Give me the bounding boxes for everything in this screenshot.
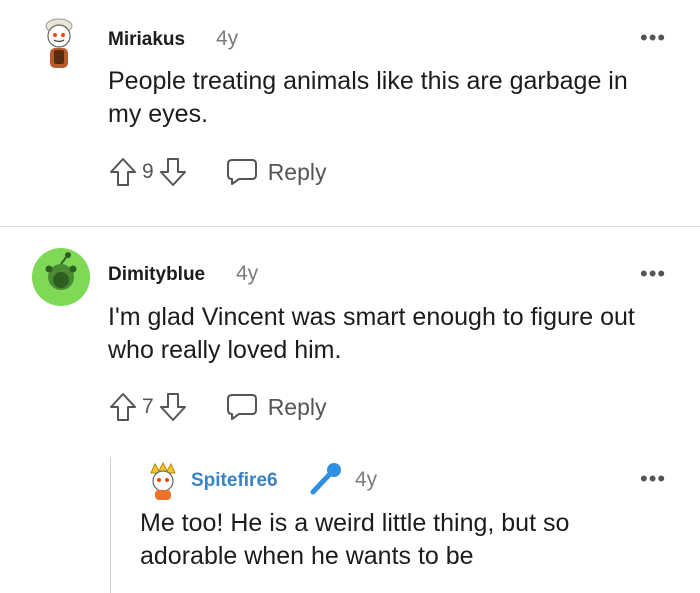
avatar[interactable] <box>31 247 91 307</box>
reply-button[interactable]: Reply <box>226 158 327 186</box>
username[interactable]: Spitefire6 <box>191 470 278 492</box>
reply-label: Reply <box>267 158 327 185</box>
comment-actions: 7 Reply <box>108 389 327 425</box>
speech-bubble-icon <box>226 159 257 185</box>
reply-button[interactable]: Reply <box>226 393 327 421</box>
comment-body: People treating animals like this are ga… <box>108 67 628 128</box>
speech-bubble-icon <box>226 394 257 420</box>
avatar[interactable] <box>143 461 183 501</box>
username[interactable]: Miriakus <box>108 29 185 51</box>
vote-score: 9 <box>142 160 154 183</box>
comment-body: I'm glad Vincent was smart enough to fig… <box>108 303 635 364</box>
comment-body: Me too! He is a weird little thing, but … <box>140 509 570 570</box>
username[interactable]: Dimityblue <box>108 264 205 286</box>
downvote-icon[interactable] <box>158 391 188 423</box>
downvote-icon[interactable] <box>158 156 188 188</box>
microphone-icon <box>310 463 341 495</box>
upvote-icon[interactable] <box>108 391 138 423</box>
reply-label: Reply <box>267 393 327 420</box>
comment-spitefire6: Spitefire6 4y ••• Me too! He is a weird … <box>0 457 700 593</box>
comment-miriakus: Miriakus 4y ••• People treating animals … <box>0 0 700 226</box>
vote-score: 7 <box>142 395 154 418</box>
more-options-icon[interactable]: ••• <box>640 27 666 49</box>
more-options-icon[interactable]: ••• <box>640 263 666 285</box>
upvote-icon[interactable] <box>108 156 138 188</box>
comment-age: 4y <box>216 27 239 50</box>
avatar[interactable] <box>38 12 80 72</box>
comment-age: 4y <box>236 262 259 285</box>
more-options-icon[interactable]: ••• <box>640 468 666 490</box>
comment-dimityblue: Dimityblue 4y ••• I'm glad Vincent was s… <box>0 227 700 593</box>
comment-age: 4y <box>355 468 378 491</box>
comment-actions: 9 Reply <box>108 154 327 190</box>
